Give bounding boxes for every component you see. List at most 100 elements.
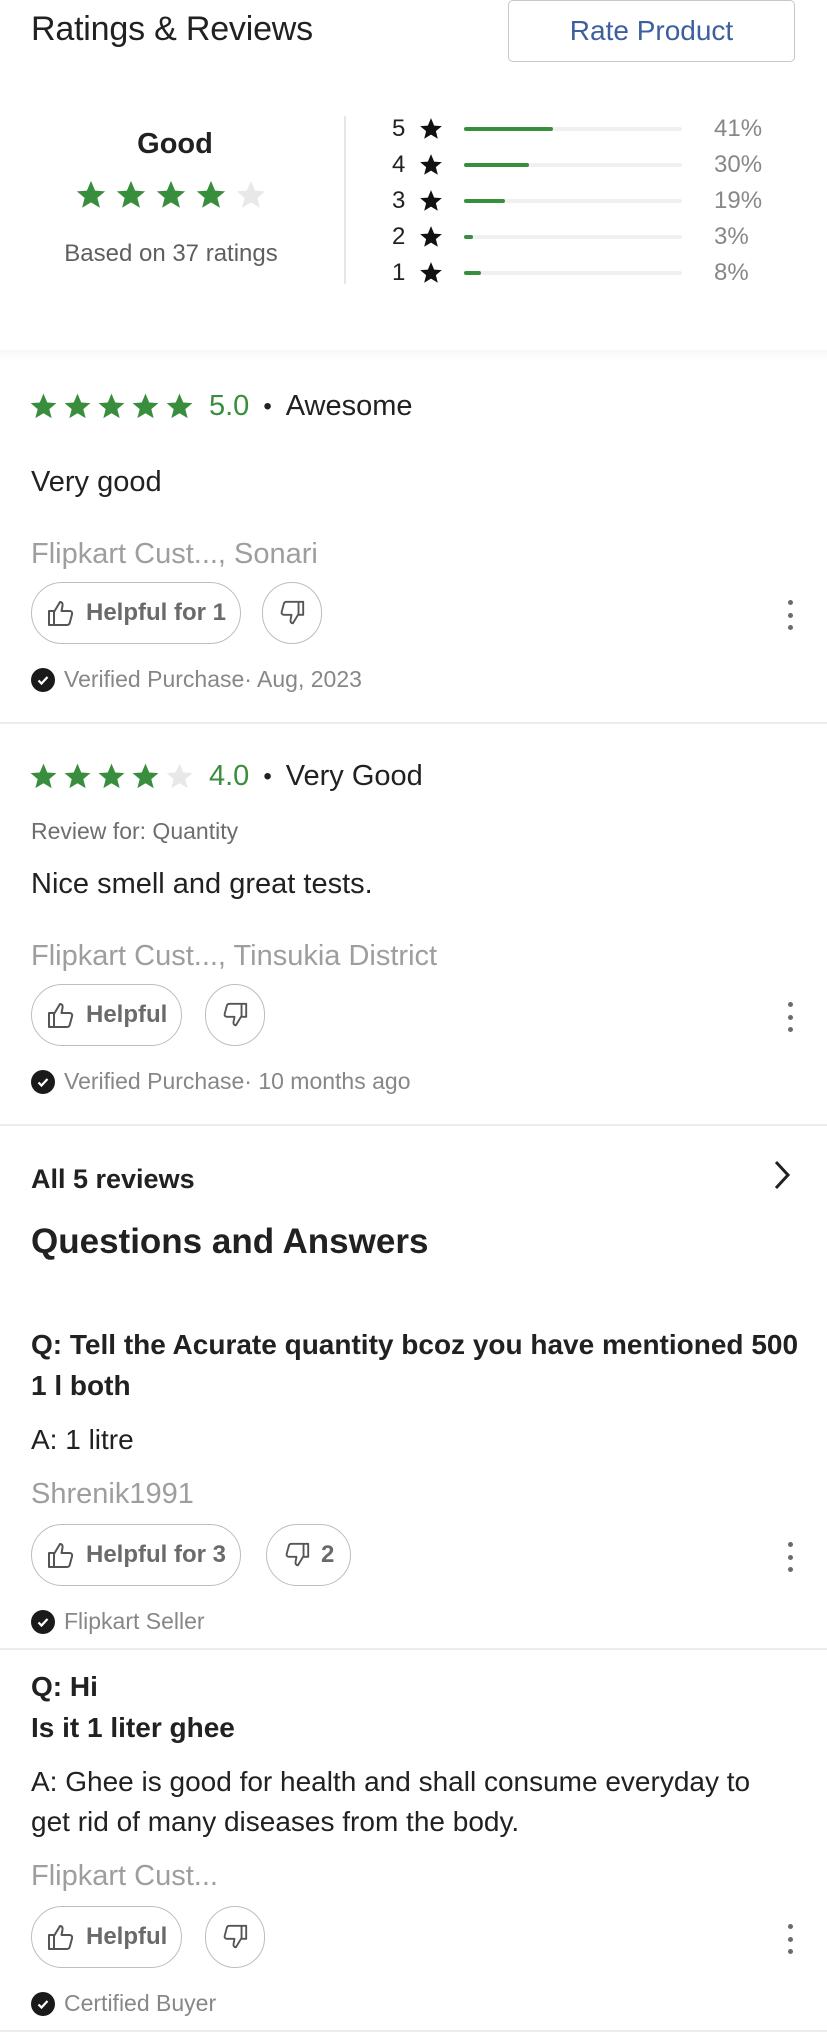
verified-purchase: Verified Purchase· Aug, 2023 xyxy=(31,666,362,693)
star-filled-icon xyxy=(132,763,159,789)
buyer-badge: Certified Buyer xyxy=(31,1990,216,2017)
thumbs-down-icon xyxy=(280,600,305,625)
dist-percent: 3% xyxy=(714,223,749,250)
star-filled-icon xyxy=(98,763,125,789)
section-divider xyxy=(0,350,827,360)
review-rating-line: 5.0 • Awesome xyxy=(28,390,413,423)
question-line: Is it 1 liter ghee xyxy=(31,1712,235,1743)
dist-percent: 30% xyxy=(714,151,763,178)
answer-text: A: 1 litre xyxy=(31,1424,134,1455)
more-options-icon[interactable] xyxy=(784,1002,796,1032)
chevron-right-icon[interactable] xyxy=(770,1158,794,1192)
distribution-fill xyxy=(464,163,530,167)
qa-divider xyxy=(0,1648,827,1650)
answer-line: A: Ghee is good for health and shall con… xyxy=(31,1766,751,1797)
badge-text: Flipkart Seller xyxy=(64,1608,205,1634)
dislike-count: 2 xyxy=(321,1541,335,1568)
helpful-label: Helpful for 1 xyxy=(86,599,227,626)
more-options-icon[interactable] xyxy=(784,1924,796,1954)
seller-badge: Flipkart Seller xyxy=(31,1608,205,1635)
star-filled-icon xyxy=(76,180,106,208)
check-circle-icon xyxy=(31,1991,55,2016)
answer-line: get rid of many diseases from the body. xyxy=(31,1806,520,1837)
helpful-label: Helpful xyxy=(86,1923,168,1950)
qa-divider xyxy=(0,2030,827,2032)
helpful-button[interactable]: Helpful for 3 xyxy=(31,1524,242,1586)
dist-star-number: 2 xyxy=(392,223,406,250)
review-text: Very good xyxy=(31,466,162,498)
star-icon xyxy=(420,118,442,139)
rate-product-button[interactable]: Rate Product xyxy=(508,0,795,62)
distribution-fill xyxy=(464,127,554,131)
more-options-icon[interactable] xyxy=(784,1542,796,1572)
question-line: Q: Hi xyxy=(31,1671,98,1702)
review-stars xyxy=(28,391,195,422)
review-author: Flipkart Cust..., Tinsukia District xyxy=(31,940,438,972)
answer-author: Shrenik1991 xyxy=(31,1478,194,1510)
thumbs-down-icon xyxy=(223,1924,248,1949)
dist-star-number: 3 xyxy=(392,187,406,214)
star-icon xyxy=(420,154,442,175)
review-score: 4.0 xyxy=(209,760,250,792)
thumbs-down-icon xyxy=(223,1002,248,1027)
distribution-row: 5 41% xyxy=(392,112,762,146)
distribution-bar xyxy=(464,271,682,275)
dislike-button[interactable] xyxy=(262,582,322,644)
distribution-row: 1 8% xyxy=(392,256,749,290)
review-divider xyxy=(0,1124,827,1126)
dist-star-number: 1 xyxy=(392,259,406,286)
review-stars xyxy=(28,761,195,792)
verified-purchase: Verified Purchase· 10 months ago xyxy=(31,1068,410,1095)
dislike-button[interactable]: 2 xyxy=(266,1524,352,1586)
thumbs-down-icon xyxy=(285,1542,310,1567)
summary-divider xyxy=(344,116,346,284)
helpful-button[interactable]: Helpful xyxy=(31,984,183,1046)
question-line: Q: Tell the Acurate quantity bcoz you ha… xyxy=(31,1329,799,1360)
star-empty-icon xyxy=(236,180,266,208)
distribution-fill xyxy=(464,199,506,203)
distribution-bar xyxy=(464,127,682,131)
question-line: 1 l both xyxy=(31,1370,131,1401)
star-icon xyxy=(420,190,442,211)
dist-star-number: 4 xyxy=(392,151,406,178)
separator-dot: • xyxy=(263,392,272,420)
star-filled-icon xyxy=(196,180,226,208)
thumbs-up-icon xyxy=(48,601,74,626)
thumbs-up-icon xyxy=(48,1925,74,1950)
helpful-label: Helpful for 3 xyxy=(86,1541,227,1568)
review-author: Flipkart Cust..., Sonari xyxy=(31,538,318,570)
helpful-button[interactable]: Helpful for 1 xyxy=(31,582,242,644)
review-text: Nice smell and great tests. xyxy=(31,868,373,900)
check-circle-icon xyxy=(31,667,55,692)
dislike-button[interactable] xyxy=(205,1906,265,1968)
distribution-row: 4 30% xyxy=(392,148,762,182)
question-text: Q: Tell the Acurate quantity bcoz you ha… xyxy=(31,1324,827,1406)
review-score: 5.0 xyxy=(209,390,250,422)
helpful-button[interactable]: Helpful xyxy=(31,1906,183,1968)
verified-text: Verified Purchase· Aug, 2023 xyxy=(64,666,362,692)
distribution-bar xyxy=(464,199,682,203)
verified-text: Verified Purchase· 10 months ago xyxy=(64,1068,411,1094)
helpful-label: Helpful xyxy=(86,1001,168,1028)
distribution-fill xyxy=(464,271,482,275)
dislike-button[interactable] xyxy=(205,984,265,1046)
all-reviews-link[interactable]: All 5 reviews xyxy=(31,1164,195,1195)
star-filled-icon xyxy=(116,180,146,208)
separator-dot: • xyxy=(263,762,272,790)
star-filled-icon xyxy=(30,393,57,419)
section-title: Ratings & Reviews xyxy=(31,10,313,48)
distribution-row: 2 3% xyxy=(392,220,749,254)
answer-author: Flipkart Cust... xyxy=(31,1860,218,1892)
ratings-count: Based on 37 ratings xyxy=(64,240,278,267)
more-options-icon[interactable] xyxy=(784,600,796,630)
distribution-row: 3 19% xyxy=(392,184,762,218)
review-for: Review for: Quantity xyxy=(31,818,239,844)
star-filled-icon xyxy=(64,763,91,789)
star-filled-icon xyxy=(156,180,186,208)
thumbs-up-icon xyxy=(48,1543,74,1568)
rate-product-label: Rate Product xyxy=(569,15,734,46)
review-title: Awesome xyxy=(285,390,413,422)
check-circle-icon xyxy=(31,1609,55,1634)
review-divider xyxy=(0,722,827,724)
review-rating-line: 4.0 • Very Good xyxy=(28,760,423,793)
